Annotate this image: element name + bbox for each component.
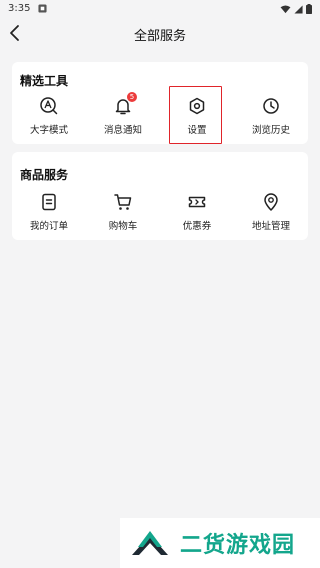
nav-bar: 全部服务: [0, 18, 320, 48]
featured-tools-grid: 大字模式 5 消息通知 设置 浏览历史: [12, 92, 308, 136]
tool-message-notification[interactable]: 5 消息通知: [86, 92, 160, 136]
cart-icon: [114, 194, 132, 210]
service-label: 购物车: [108, 221, 138, 232]
tool-label: 浏览历史: [251, 125, 290, 136]
tool-label: 大字模式: [29, 125, 68, 136]
notification-icon: [38, 4, 47, 13]
order-icon: [42, 193, 56, 211]
section-title: 精选工具: [20, 74, 69, 88]
watermark-logo-icon: [132, 531, 168, 555]
status-bar: 3:35: [0, 0, 320, 18]
signal-icon: [294, 4, 303, 14]
font-size-icon: [40, 97, 58, 115]
notification-badge: 5: [127, 92, 137, 102]
service-address-management[interactable]: 地址管理: [234, 192, 308, 232]
clock-icon: [263, 98, 279, 114]
status-icons: [280, 4, 312, 14]
featured-tools-card: 精选工具 大字模式 5 消息通知 设置 浏览历史: [12, 62, 308, 144]
service-label: 我的订单: [29, 221, 68, 232]
location-pin-icon: [264, 193, 278, 211]
battery-icon: [306, 4, 312, 14]
service-label: 优惠券: [182, 221, 212, 232]
coupon-icon: [188, 196, 206, 208]
wifi-icon: [280, 4, 291, 13]
service-shopping-cart[interactable]: 购物车: [86, 192, 160, 232]
watermark: 二货游戏园: [120, 518, 320, 568]
section-title: 商品服务: [20, 168, 69, 182]
tool-large-font-mode[interactable]: 大字模式: [12, 96, 86, 136]
product-services-card: 商品服务 我的订单 购物车 优惠券 地址管理: [12, 152, 308, 240]
tool-browsing-history[interactable]: 浏览历史: [234, 96, 308, 136]
page-title: 全部服务: [133, 29, 186, 44]
product-services-grid: 我的订单 购物车 优惠券 地址管理: [12, 192, 308, 232]
tool-label: 消息通知: [103, 125, 142, 136]
status-time: 3:35: [8, 3, 31, 14]
settings-highlight-box: [169, 86, 222, 144]
service-coupons[interactable]: 优惠券: [160, 192, 234, 232]
bell-icon-wrap: 5: [113, 92, 137, 116]
service-my-orders[interactable]: 我的订单: [12, 192, 86, 232]
service-label: 地址管理: [251, 221, 290, 232]
watermark-text: 二货游戏园: [180, 533, 296, 558]
